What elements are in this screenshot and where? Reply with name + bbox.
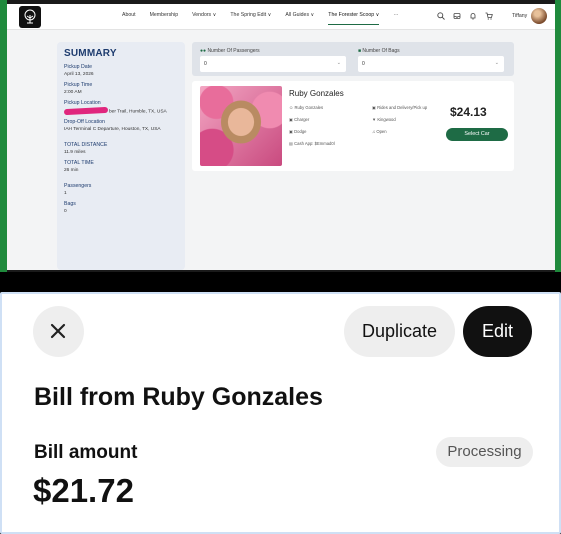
- driver-attr-service: ▣ Rides and Delivery/Pick up: [372, 105, 427, 110]
- bags-select-value: 0: [362, 61, 365, 67]
- bill-detail-panel: Duplicate Edit Bill from Ruby Gonzales B…: [0, 292, 561, 534]
- passengers-value: 1: [64, 191, 67, 197]
- redaction-scribble: [63, 106, 109, 116]
- frame-border-left: [0, 0, 7, 272]
- frame-border-right: [555, 0, 561, 272]
- driver-attr-model-text: Charger: [294, 117, 310, 122]
- driver-attr-name-text: Ruby Gonzales: [294, 105, 324, 110]
- bags-label: Bags: [64, 201, 76, 208]
- wallet-icon: ▤: [289, 141, 293, 146]
- nav-more[interactable]: ···: [393, 12, 398, 25]
- bill-title: Bill from Ruby Gonzales: [34, 383, 323, 411]
- status-badge: Processing: [436, 437, 533, 467]
- filters-bar: ●● Number Of Passengers 0 ⌄ ■ Number Of …: [192, 42, 514, 76]
- car-icon: ▣: [289, 129, 293, 134]
- total-distance-value: 11.9 miles: [64, 150, 86, 156]
- driver-attr-area-text: Kingwood: [377, 117, 396, 122]
- location-pin-icon: ▼: [372, 117, 377, 122]
- passengers-select-value: 0: [204, 61, 207, 67]
- user-name[interactable]: Tiffany: [512, 13, 527, 19]
- total-time-label: TOTAL TIME: [64, 160, 94, 167]
- driver-attr-payment: ▤ Cash App: $Emmad0l: [289, 141, 335, 146]
- nav-link-forester-scoop[interactable]: The Forester Scoop ∨: [328, 12, 380, 25]
- bell-icon[interactable]: [469, 12, 477, 22]
- nav-link-about[interactable]: About: [122, 12, 136, 25]
- close-button[interactable]: [33, 306, 84, 357]
- car-icon: ▣: [289, 117, 293, 122]
- driver-card: Ruby Gonzales ☺ Ruby Gonzales ▣ Charger …: [192, 81, 514, 171]
- bags-filter-text: Number Of Bags: [362, 48, 400, 54]
- driver-attr-payment-text: Cash App: $Emmad0l: [294, 141, 335, 146]
- inbox-icon[interactable]: [453, 12, 461, 22]
- person-icon: ☺: [289, 105, 294, 110]
- pickup-time-value: 2:00 AM: [64, 90, 82, 95]
- driver-name: Ruby Gonzales: [289, 89, 344, 98]
- music-note-icon: ♫: [372, 129, 376, 134]
- site-navbar: About Membership Vendors ∨ The Spring Ed…: [7, 4, 555, 30]
- bags-filter-label: ■ Number Of Bags: [358, 48, 400, 54]
- close-icon: [50, 323, 66, 339]
- bag-icon: ■: [358, 48, 362, 54]
- pickup-location-value: ber Trail, Humble, TX, USA: [63, 106, 178, 116]
- driver-attr-music-text: Open: [376, 129, 387, 134]
- dropoff-location-value: IAH Terminal C Departure, Houston, TX, U…: [64, 127, 161, 133]
- website-screenshot: About Membership Vendors ∨ The Spring Ed…: [0, 0, 561, 272]
- bags-select[interactable]: 0 ⌄: [358, 56, 504, 72]
- nav-link-membership[interactable]: Membership: [150, 12, 179, 25]
- ride-booking-page: About Membership Vendors ∨ The Spring Ed…: [7, 4, 555, 270]
- passengers-filter-label: ●● Number Of Passengers: [200, 48, 260, 54]
- dropoff-location-label: Drop-Off Location: [64, 119, 105, 126]
- nav-link-spring-edit[interactable]: The Spring Edit ∨: [230, 12, 271, 25]
- nav-icons: [437, 12, 493, 22]
- bill-amount-value: $21.72: [33, 472, 134, 509]
- passengers-select[interactable]: 0 ⌄: [200, 56, 346, 72]
- passengers-filter-text: Number Of Passengers: [207, 48, 260, 54]
- total-distance-label: TOTAL DISTANCE: [64, 142, 108, 149]
- car-icon: ▣: [372, 105, 376, 110]
- bags-value: 0: [64, 209, 67, 215]
- driver-attr-model: ▣ Charger: [289, 117, 309, 122]
- ride-price: $24.13: [450, 105, 487, 119]
- trip-summary-panel: SUMMARY Pickup Date April 13, 2026 Picku…: [57, 42, 185, 270]
- passengers-label: Passengers: [64, 183, 92, 190]
- nav-link-vendors[interactable]: Vendors ∨: [192, 12, 216, 25]
- search-icon[interactable]: [437, 12, 445, 22]
- bill-amount-label: Bill amount: [34, 442, 138, 463]
- edit-button[interactable]: Edit: [463, 306, 532, 357]
- summary-title: SUMMARY: [64, 48, 117, 59]
- pickup-time-label: Pickup Time: [64, 82, 93, 88]
- chevron-down-icon: ⌄: [336, 60, 341, 66]
- driver-attr-make: ▣ Dodge: [289, 129, 306, 134]
- nav-link-all-guides[interactable]: All Guides ∨: [285, 12, 314, 25]
- avatar[interactable]: [531, 8, 547, 24]
- chevron-down-icon: ⌄: [494, 60, 499, 66]
- driver-attr-name: ☺ Ruby Gonzales: [289, 105, 323, 110]
- people-icon: ●●: [200, 48, 207, 54]
- total-time-value: 26 min: [64, 168, 79, 174]
- duplicate-button[interactable]: Duplicate: [344, 306, 455, 357]
- pickup-date-label: Pickup Date: [64, 64, 92, 70]
- driver-attr-make-text: Dodge: [294, 129, 307, 134]
- tree-logo-icon[interactable]: [19, 6, 41, 28]
- pickup-location-label: Pickup Location: [64, 100, 101, 106]
- nav-links: About Membership Vendors ∨ The Spring Ed…: [122, 12, 413, 25]
- screenshot-divider: [0, 272, 561, 292]
- driver-attr-area: ▼ Kingwood: [372, 117, 396, 122]
- pickup-location-text: ber Trail, Humble, TX, USA: [109, 109, 167, 115]
- cart-icon[interactable]: [485, 12, 493, 22]
- driver-attr-service-text: Rides and Delivery/Pick up: [377, 105, 428, 110]
- select-car-button[interactable]: Select Car: [446, 128, 508, 141]
- pickup-date-value: April 13, 2026: [64, 72, 94, 77]
- driver-attr-music: ♫ Open: [372, 129, 387, 134]
- driver-photo: [200, 86, 282, 166]
